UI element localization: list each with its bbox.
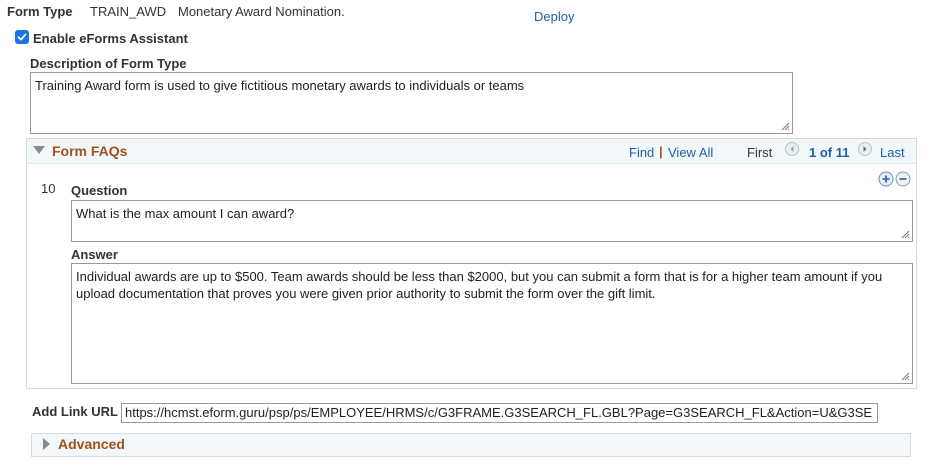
add-link-url-label: Add Link URL xyxy=(32,404,118,419)
answer-textarea[interactable]: Individual awards are up to $500. Team a… xyxy=(71,263,913,384)
collapse-triangle-icon[interactable] xyxy=(32,145,46,155)
resize-grip-icon[interactable] xyxy=(900,371,910,381)
checkmark-icon xyxy=(17,33,27,41)
eforms-assistant-label: Enable eForms Assistant xyxy=(33,31,188,46)
description-textarea[interactable]: Training Award form is used to give fict… xyxy=(30,72,793,134)
find-view-separator: | xyxy=(659,144,663,159)
view-all-link[interactable]: View All xyxy=(668,145,713,160)
faq-row-number: 10 xyxy=(41,181,56,196)
description-text: Training Award form is used to give fict… xyxy=(35,78,525,93)
find-link[interactable]: Find xyxy=(629,145,654,160)
advanced-section-bar[interactable] xyxy=(31,433,911,457)
form-type-label: Form Type xyxy=(7,4,73,19)
deploy-link[interactable]: Deploy xyxy=(534,9,574,24)
answer-label: Answer xyxy=(71,247,118,262)
answer-text: Individual awards are up to $500. Team a… xyxy=(76,269,883,301)
question-text: What is the max amount I can award? xyxy=(76,206,295,221)
resize-grip-icon[interactable] xyxy=(900,229,910,239)
form-type-code: TRAIN_AWD xyxy=(90,4,167,19)
eforms-assistant-checkbox[interactable] xyxy=(15,30,29,44)
first-label: First xyxy=(747,145,773,160)
form-type-description: Monetary Award Nomination. xyxy=(178,4,345,19)
page-status: 1 of 11 xyxy=(809,145,850,160)
previous-row-button[interactable] xyxy=(785,142,799,156)
faqs-title[interactable]: Form FAQs xyxy=(52,143,127,159)
chevron-right-icon xyxy=(863,146,867,152)
add-link-url-input[interactable]: https://hcmst.eform.guru/psp/ps/EMPLOYEE… xyxy=(121,403,878,423)
question-label: Question xyxy=(71,183,128,198)
add-row-icon[interactable] xyxy=(878,171,894,187)
faqs-grid-header xyxy=(27,139,916,164)
last-link[interactable]: Last xyxy=(880,145,905,160)
question-textarea[interactable]: What is the max amount I can award? xyxy=(71,200,913,242)
expand-triangle-icon[interactable] xyxy=(41,437,51,451)
delete-row-icon[interactable] xyxy=(895,171,911,187)
advanced-title[interactable]: Advanced xyxy=(58,436,125,452)
description-label: Description of Form Type xyxy=(30,56,187,71)
resize-grip-icon[interactable] xyxy=(780,121,790,131)
next-row-button[interactable] xyxy=(858,142,872,156)
chevron-left-icon xyxy=(790,146,794,152)
